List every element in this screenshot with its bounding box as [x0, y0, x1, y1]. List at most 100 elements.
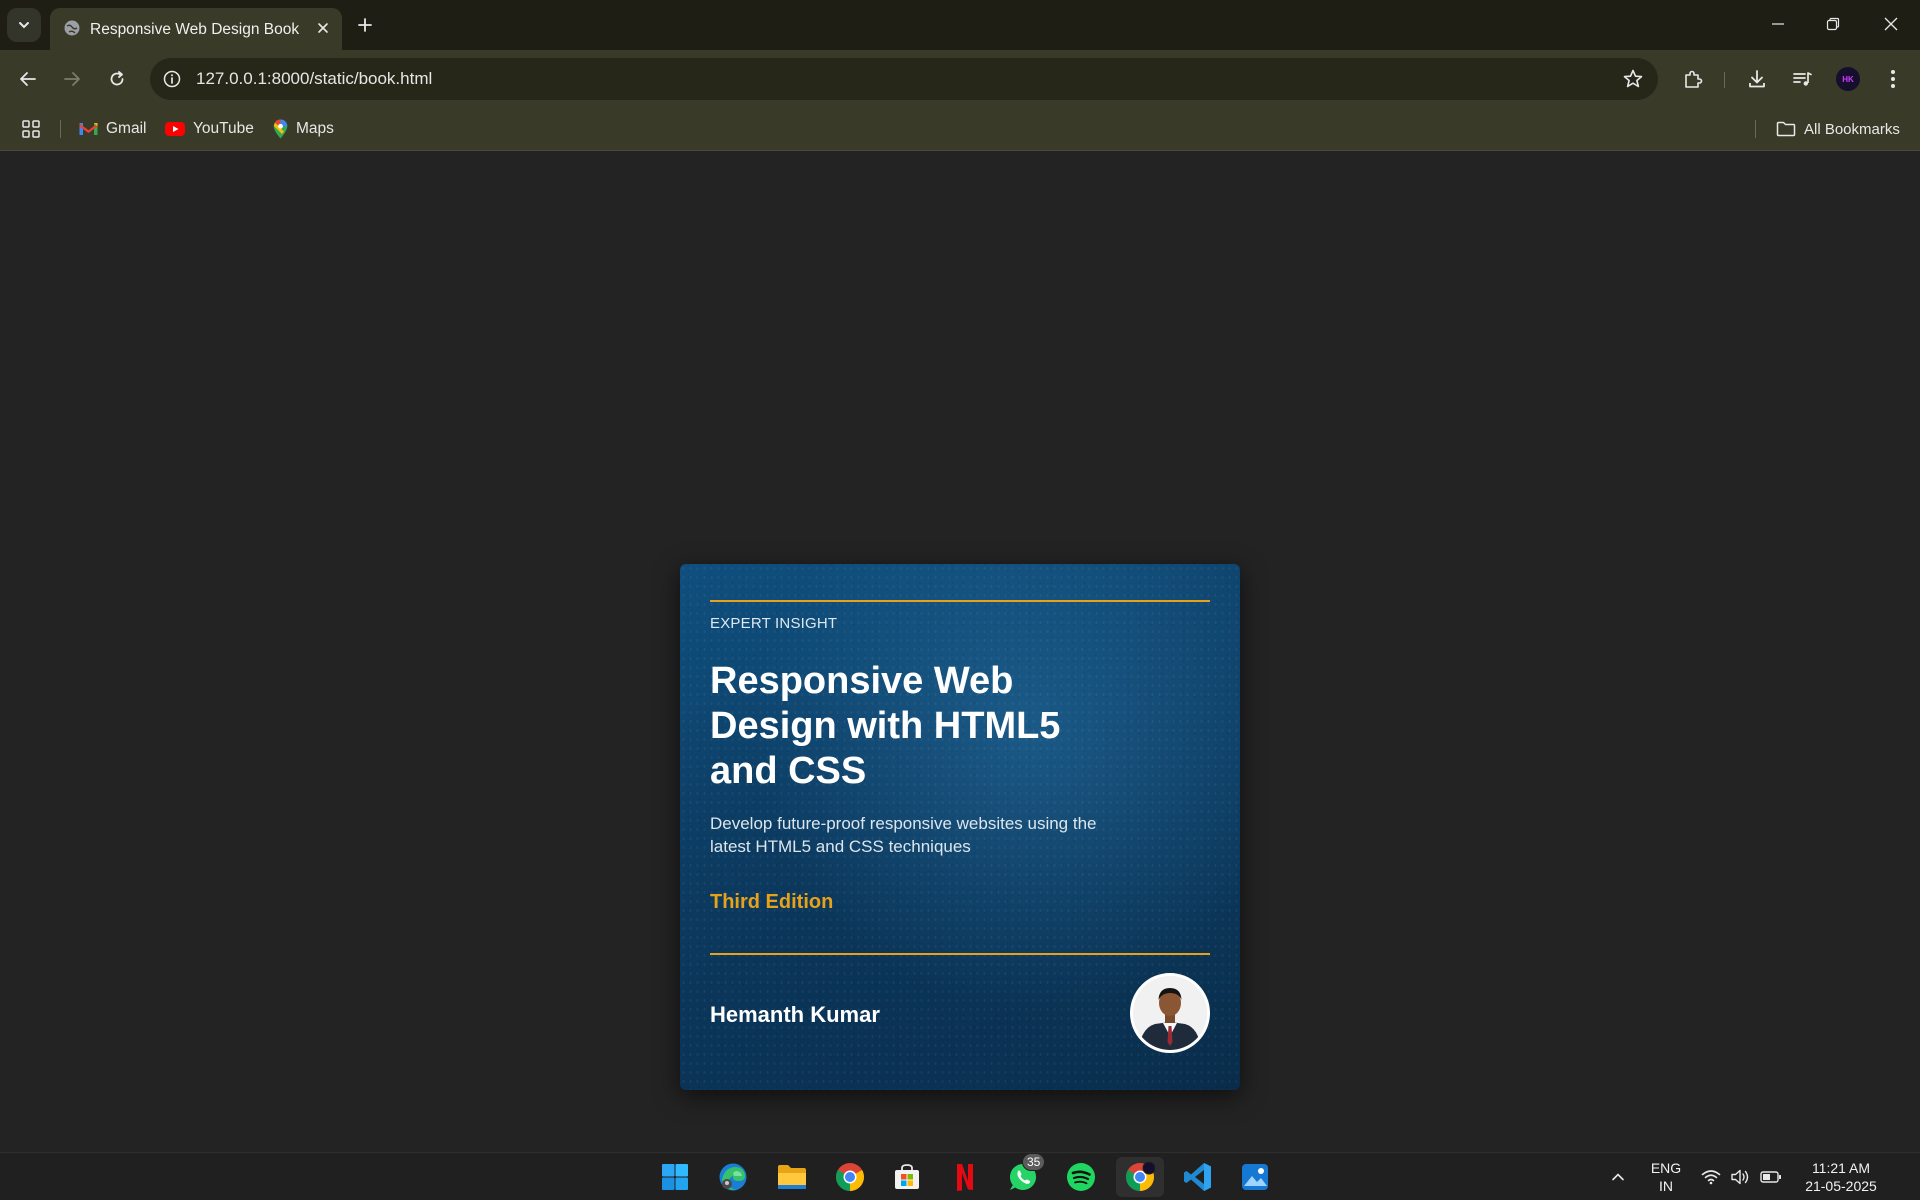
toolbar-separator: [1724, 72, 1725, 88]
apps-button[interactable]: [21, 116, 41, 142]
active-tab[interactable]: Responsive Web Design Book: [50, 8, 342, 50]
battery-button[interactable]: [1756, 1160, 1786, 1194]
downloads-button[interactable]: [1743, 65, 1771, 93]
tray-overflow-button[interactable]: [1600, 1160, 1636, 1194]
language-region: IN: [1659, 1178, 1673, 1194]
folder-icon: [778, 1165, 806, 1189]
apps-grid-icon: [22, 120, 40, 138]
bookmarks-separator: [1755, 120, 1756, 138]
profile-button[interactable]: HK: [1834, 65, 1862, 93]
store-icon: [895, 1164, 919, 1189]
volume-button[interactable]: [1725, 1160, 1755, 1194]
whatsapp-notification-badge: 35: [1022, 1153, 1046, 1171]
folder-icon: [1776, 121, 1796, 137]
series-label: EXPERT INSIGHT: [710, 615, 838, 632]
photos-icon: [1242, 1164, 1268, 1190]
globe-icon: [64, 20, 80, 36]
all-bookmarks-label: All Bookmarks: [1804, 120, 1900, 138]
download-icon: [1749, 70, 1765, 88]
tab-strip: Responsive Web Design Book: [0, 0, 1920, 50]
close-icon: [1884, 17, 1898, 31]
back-button[interactable]: [12, 63, 44, 95]
forward-button[interactable]: [56, 63, 88, 95]
restore-icon: [1826, 17, 1840, 31]
arrow-right-icon: [64, 72, 80, 86]
windows-taskbar: 35 ENG IN 11:21 AM 21-05-2025: [0, 1152, 1920, 1200]
profile-avatar: HK: [1836, 67, 1860, 91]
language-code: ENG: [1650, 1160, 1682, 1176]
spotify-icon: [1067, 1163, 1095, 1191]
taskbar-file-explorer[interactable]: [775, 1160, 809, 1194]
taskbar-chrome-profile[interactable]: [1123, 1160, 1157, 1194]
extensions-button[interactable]: [1679, 65, 1707, 93]
tab-close-button[interactable]: [312, 17, 334, 39]
restore-button[interactable]: [1813, 8, 1853, 40]
media-control-button[interactable]: [1788, 65, 1816, 93]
netflix-icon: [957, 1164, 973, 1191]
bookmark-maps[interactable]: Maps: [273, 116, 334, 142]
vscode-icon: [1184, 1163, 1211, 1191]
chrome-icon: [836, 1163, 864, 1191]
speaker-icon: [1731, 1169, 1749, 1185]
info-icon: [163, 70, 181, 88]
author-photo: [1130, 973, 1210, 1053]
top-accent-line: [710, 600, 1210, 602]
book-cover: EXPERT INSIGHT Responsive Web Design wit…: [680, 564, 1240, 1090]
chevron-down-icon: [19, 22, 29, 29]
chrome-profile-icon: [1126, 1162, 1155, 1191]
window-close-button[interactable]: [1871, 8, 1911, 40]
puzzle-icon: [1685, 70, 1703, 88]
book-subtitle: Develop future-proof responsive websites…: [710, 814, 1097, 856]
close-icon: [318, 23, 328, 33]
plus-icon: [358, 18, 372, 32]
chevron-up-icon: [1612, 1173, 1624, 1181]
page-viewport: EXPERT INSIGHT Responsive Web Design wit…: [0, 152, 1920, 1152]
bookmark-label: Maps: [296, 120, 334, 137]
edge-icon: [719, 1163, 747, 1191]
bottom-accent-line: [710, 953, 1210, 955]
battery-icon: [1760, 1171, 1781, 1183]
author-name: Hemanth Kumar: [710, 1002, 880, 1027]
gmail-icon: [79, 123, 98, 135]
url-text[interactable]: 127.0.0.1:8000/static/book.html: [196, 69, 432, 89]
bookmark-label: YouTube: [193, 120, 254, 137]
browser-toolbar: 127.0.0.1:8000/static/book.html HK: [0, 50, 1920, 108]
menu-button[interactable]: [1879, 65, 1907, 93]
kebab-menu-icon: [1891, 70, 1895, 88]
taskbar-netflix[interactable]: [948, 1160, 982, 1194]
taskbar-chrome[interactable]: [833, 1160, 867, 1194]
windows-start-icon: [662, 1164, 688, 1190]
playlist-icon: [1793, 72, 1812, 86]
all-bookmarks-button[interactable]: All Bookmarks: [1776, 116, 1900, 142]
minimize-button[interactable]: [1758, 8, 1798, 40]
taskbar-start[interactable]: [658, 1160, 692, 1194]
reload-icon: [110, 71, 124, 86]
clock[interactable]: 11:21 AM 21-05-2025: [1796, 1159, 1886, 1195]
bookmark-star-icon[interactable]: [1622, 68, 1644, 90]
bookmark-gmail[interactable]: Gmail: [79, 116, 146, 142]
wifi-button[interactable]: [1696, 1160, 1726, 1194]
reload-button[interactable]: [101, 63, 133, 95]
taskbar-edge[interactable]: [716, 1160, 750, 1194]
address-bar[interactable]: 127.0.0.1:8000/static/book.html: [150, 58, 1658, 100]
maps-icon: [273, 119, 288, 139]
author-portrait-icon: [1133, 976, 1207, 1050]
taskbar-vscode[interactable]: [1181, 1160, 1215, 1194]
tab-search-button[interactable]: [7, 8, 41, 42]
tab-title: Responsive Web Design Book: [90, 21, 300, 38]
taskbar-microsoft-store[interactable]: [890, 1160, 924, 1194]
new-tab-button[interactable]: [352, 12, 378, 38]
language-indicator[interactable]: ENG IN: [1648, 1159, 1684, 1195]
bookmark-label: Gmail: [106, 120, 147, 137]
edition-label: Third Edition: [710, 891, 834, 913]
minimize-icon: [1772, 23, 1784, 25]
site-info-button[interactable]: [160, 67, 184, 91]
taskbar-photos[interactable]: [1238, 1160, 1272, 1194]
clock-time: 11:21 AM: [1811, 1160, 1871, 1176]
youtube-icon: [165, 122, 185, 136]
bookmarks-separator: [60, 120, 61, 138]
bookmarks-bar: Gmail YouTube Maps All Bookmarks: [0, 108, 1920, 151]
taskbar-spotify[interactable]: [1064, 1160, 1098, 1194]
clock-date: 21-05-2025: [1805, 1178, 1877, 1194]
bookmark-youtube[interactable]: YouTube: [165, 116, 254, 142]
